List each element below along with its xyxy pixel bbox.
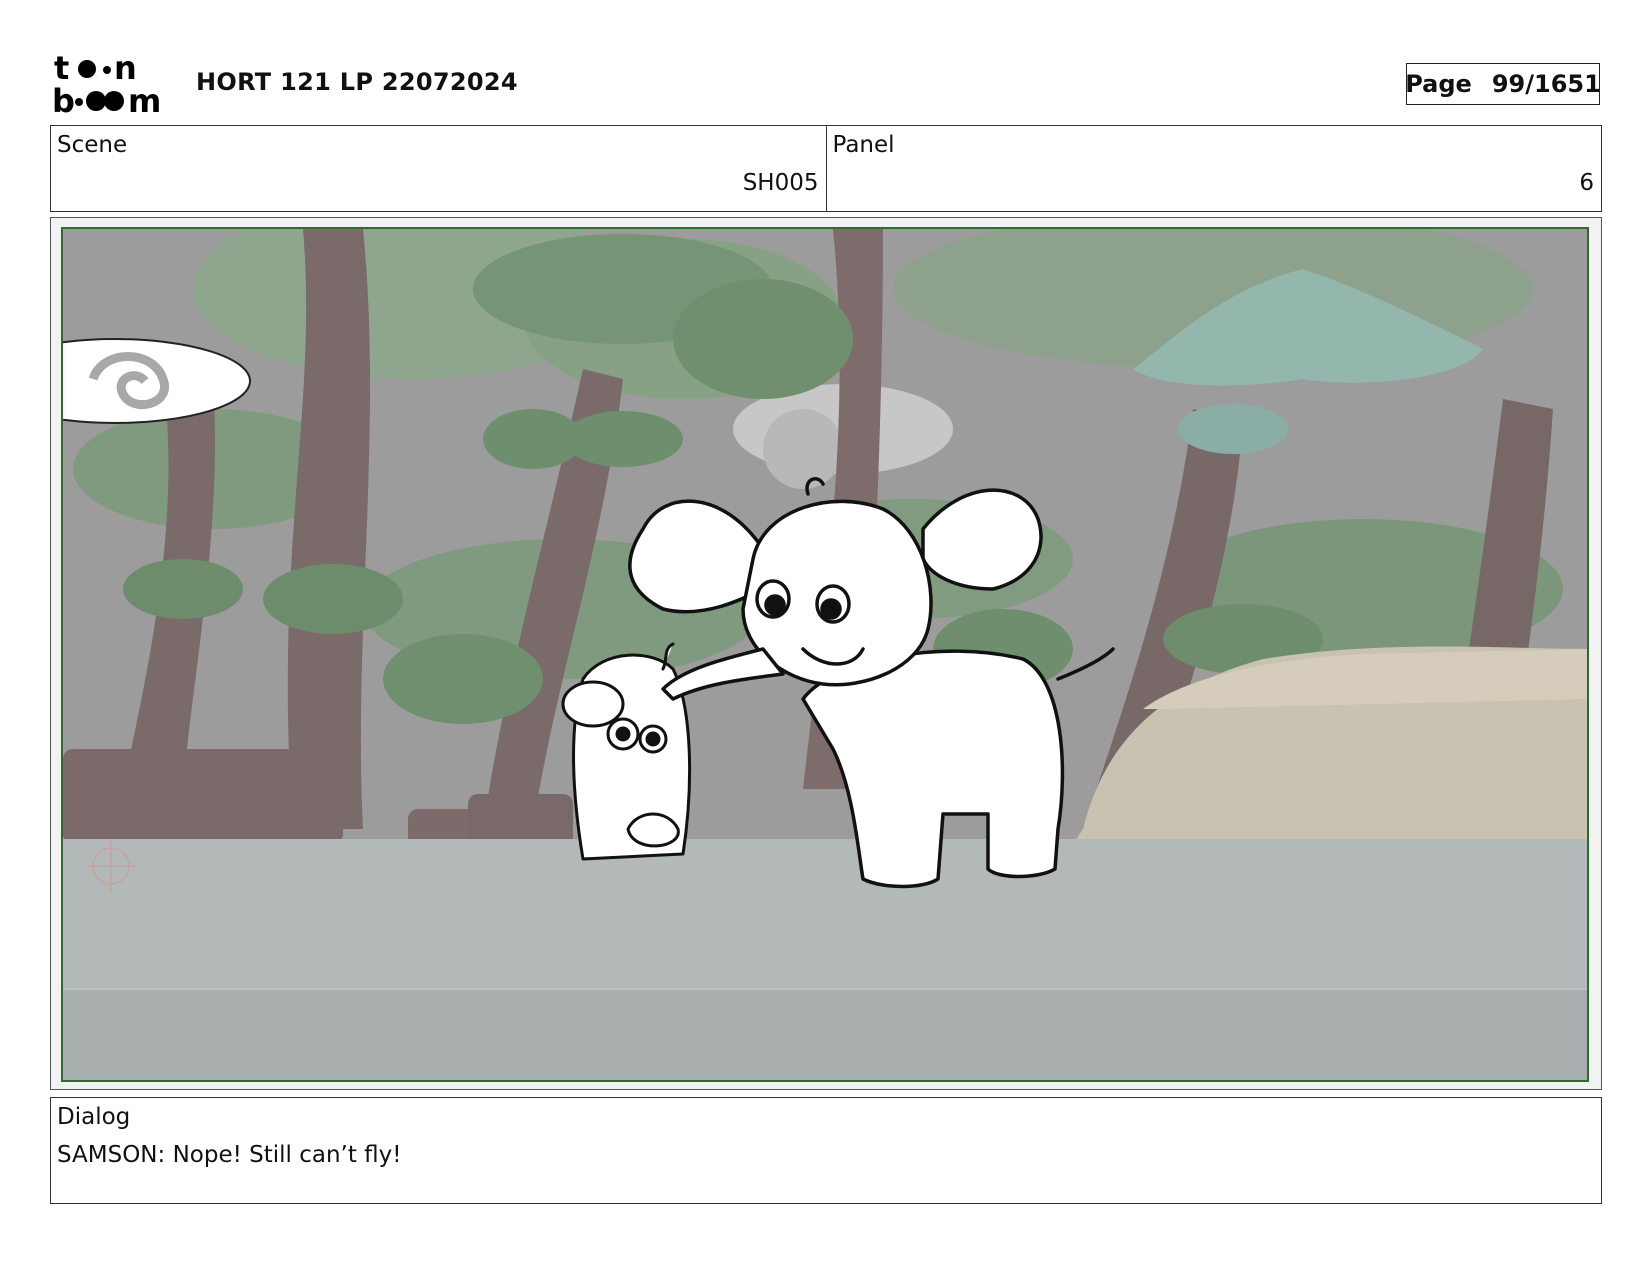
dialog-box: Dialog SAMSON: Nope! Still can’t fly! [50, 1097, 1602, 1204]
panel-cell: Panel 6 [825, 126, 1602, 211]
storyboard-panel-image [61, 227, 1589, 1082]
page-label: Page [1405, 70, 1472, 98]
scene-cell: Scene SH005 [51, 126, 826, 211]
svg-text:m: m [128, 82, 161, 118]
page-indicator: Page 99/1651 [1405, 63, 1601, 105]
scene-panel-info: Scene SH005 Panel 6 [50, 125, 1602, 212]
scene-label: Scene [57, 132, 128, 158]
toon-boom-logo: t n b m [52, 52, 170, 118]
dialog-label: Dialog [57, 1104, 131, 1130]
panel-value: 6 [1579, 170, 1594, 196]
document-title: HORT 121 LP 22072024 [196, 68, 518, 96]
svg-text:b: b [52, 82, 75, 118]
page-number: 99/1651 [1491, 70, 1601, 98]
storyboard-panel-frame [50, 217, 1602, 1090]
panel-label: Panel [832, 132, 895, 158]
jungle-scene-drawing [63, 229, 1587, 1080]
dialog-text: SAMSON: Nope! Still can’t fly! [57, 1142, 402, 1168]
scene-value: SH005 [742, 170, 819, 196]
